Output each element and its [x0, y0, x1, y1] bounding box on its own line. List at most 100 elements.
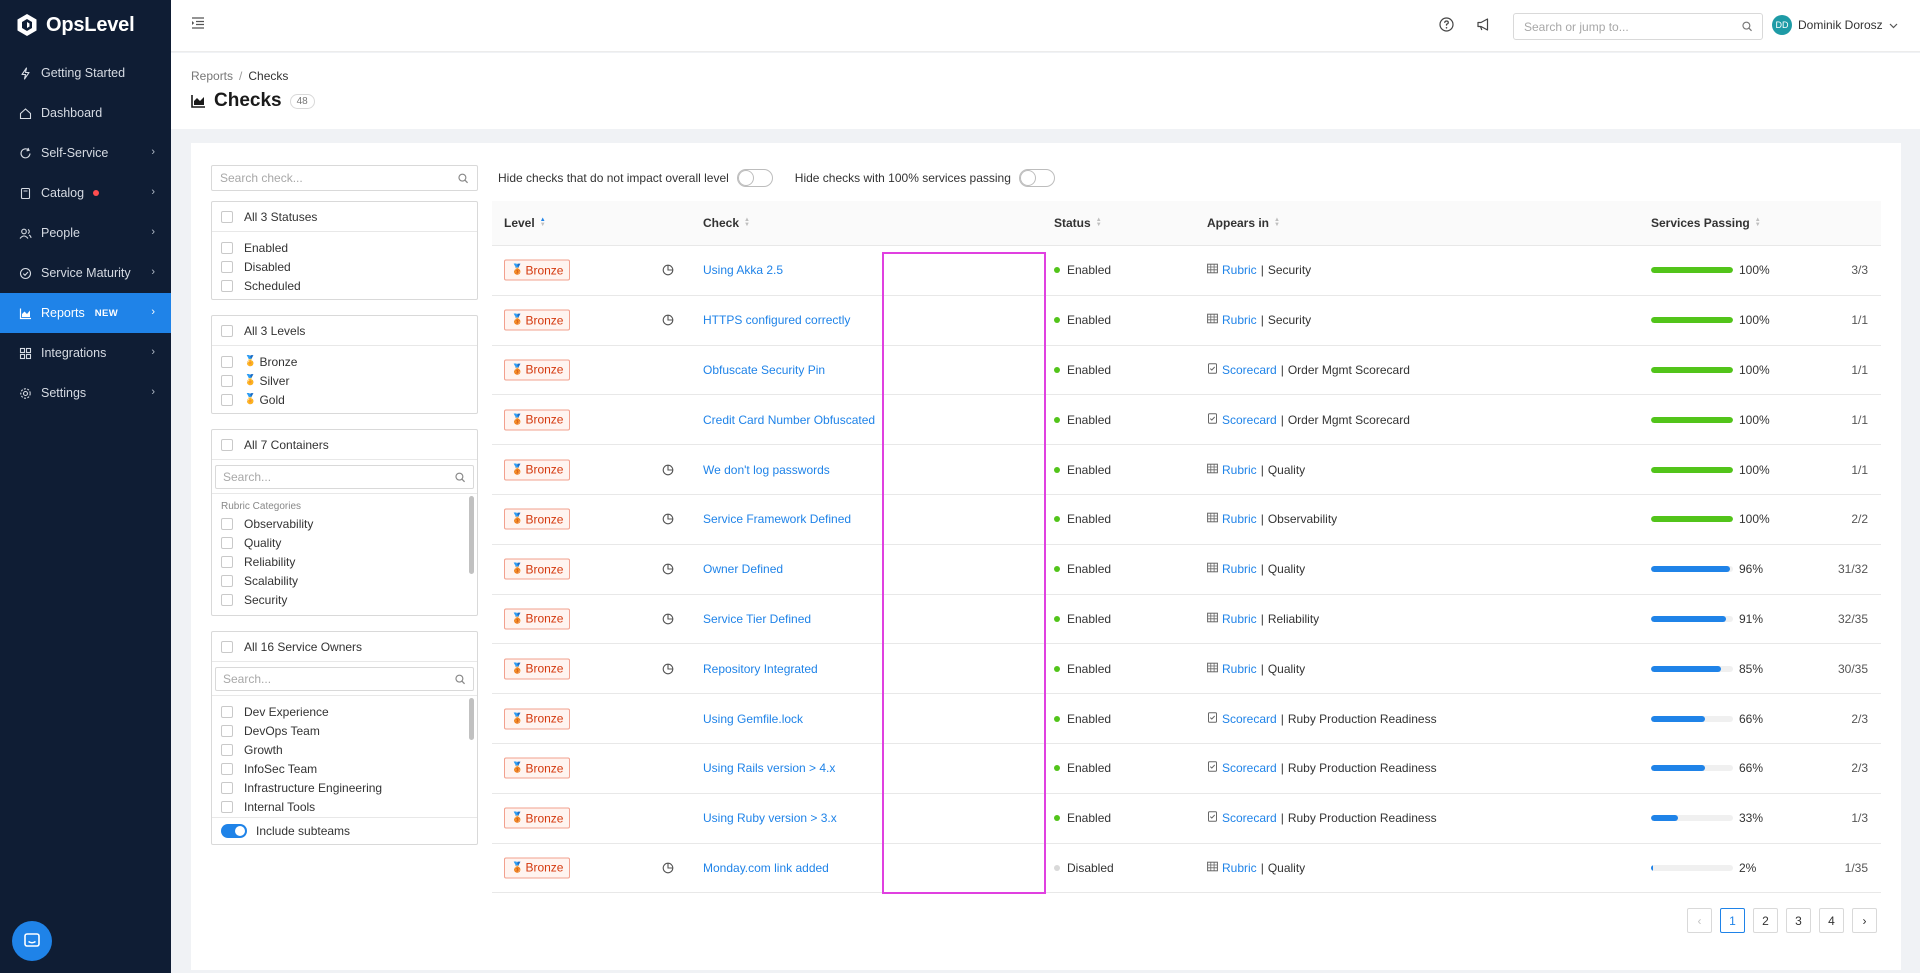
checkbox[interactable]	[221, 705, 233, 718]
check-link[interactable]: Using Gemfile.lock	[703, 712, 803, 726]
filter-option-dev-experience[interactable]: Dev Experience	[221, 702, 468, 721]
container-type-link[interactable]: Scorecard	[1222, 761, 1277, 775]
logo[interactable]: OpsLevel	[0, 0, 171, 50]
filter-option-infosec-team[interactable]: InfoSec Team	[221, 759, 468, 778]
check-search-input[interactable]	[220, 171, 459, 185]
pie-chart-icon[interactable]	[662, 464, 674, 476]
container-list[interactable]: Rubric Categories Observability Quality Re…	[212, 493, 477, 615]
hide-full-passing-toggle[interactable]	[1018, 169, 1055, 187]
check-link[interactable]: Obfuscate Security Pin	[703, 363, 825, 377]
container-type-link[interactable]: Rubric	[1222, 612, 1257, 626]
hide-non-impacting-toggle[interactable]	[736, 169, 773, 187]
pie-chart-icon[interactable]	[662, 663, 674, 675]
container-type-link[interactable]: Scorecard	[1222, 363, 1277, 377]
check-link[interactable]: Using Ruby version > 3.x	[703, 811, 837, 825]
checkbox[interactable]	[221, 517, 233, 530]
container-type-link[interactable]: Scorecard	[1222, 811, 1277, 825]
checkbox[interactable]	[221, 393, 233, 406]
checkbox[interactable]	[221, 800, 233, 813]
checkbox[interactable]	[221, 555, 233, 568]
sidebar-item-dashboard[interactable]: Dashboard	[0, 93, 171, 133]
global-search[interactable]	[1513, 13, 1763, 40]
check-link[interactable]: Service Framework Defined	[703, 512, 851, 526]
all-levels-checkbox[interactable]: All 3 Levels	[212, 316, 477, 346]
container-type-link[interactable]: Rubric	[1222, 662, 1257, 676]
checkbox[interactable]	[221, 536, 233, 549]
pie-chart-icon[interactable]	[662, 563, 674, 575]
page-4-button[interactable]: 4	[1819, 908, 1844, 933]
checkbox[interactable]	[221, 210, 233, 223]
owner-search-input[interactable]	[223, 672, 456, 686]
chat-button[interactable]	[12, 921, 52, 961]
container-search[interactable]	[215, 465, 474, 489]
check-link[interactable]: HTTPS configured correctly	[703, 313, 850, 327]
container-type-link[interactable]: Rubric	[1222, 263, 1257, 277]
scrollbar[interactable]	[469, 698, 474, 740]
container-type-link[interactable]: Rubric	[1222, 512, 1257, 526]
global-search-input[interactable]	[1524, 19, 1742, 34]
checkbox[interactable]	[221, 241, 233, 254]
sidebar-item-settings[interactable]: Settings ›	[0, 373, 171, 413]
check-link[interactable]: We don't log passwords	[703, 463, 830, 477]
all-containers-checkbox[interactable]: All 7 Containers	[212, 430, 477, 460]
pie-chart-icon[interactable]	[662, 862, 674, 874]
pie-chart-icon[interactable]	[662, 513, 674, 525]
checkbox[interactable]	[221, 355, 233, 368]
appears-in-column-header[interactable]: Appears in ▲ ▼	[1207, 216, 1280, 230]
checkbox[interactable]	[221, 324, 233, 337]
help-icon[interactable]	[1439, 17, 1454, 32]
check-link[interactable]: Repository Integrated	[703, 662, 818, 676]
checkbox[interactable]	[221, 724, 233, 737]
container-type-link[interactable]: Rubric	[1222, 313, 1257, 327]
collapse-menu-icon[interactable]	[191, 16, 205, 30]
checkbox[interactable]	[221, 279, 233, 292]
checkbox[interactable]	[221, 743, 233, 756]
check-link[interactable]: Service Tier Defined	[703, 612, 811, 626]
checkbox[interactable]	[221, 781, 233, 794]
sidebar-item-catalog[interactable]: Catalog ›	[0, 173, 171, 213]
page-3-button[interactable]: 3	[1786, 908, 1811, 933]
filter-option-devops-team[interactable]: DevOps Team	[221, 721, 468, 740]
owner-list[interactable]: Dev Experience DevOps Team Growth InfoSec T…	[212, 695, 477, 817]
filter-option-quality[interactable]: Quality	[221, 533, 468, 552]
filter-option-growth[interactable]: Growth	[221, 740, 468, 759]
check-link[interactable]: Using Rails version > 4.x	[703, 761, 835, 775]
sidebar-item-getting-started[interactable]: Getting Started	[0, 53, 171, 93]
sidebar-item-service-maturity[interactable]: Service Maturity ›	[0, 253, 171, 293]
status-column-header[interactable]: Status ▲ ▼	[1054, 216, 1102, 230]
filter-option-internal-tools[interactable]: Internal Tools	[221, 797, 468, 816]
check-search[interactable]	[211, 165, 478, 191]
filter-option-silver[interactable]: 🏅 Silver	[221, 371, 468, 390]
filter-option-enabled[interactable]: Enabled	[221, 238, 468, 257]
next-page-button[interactable]: ›	[1852, 908, 1877, 933]
filter-option-bronze[interactable]: 🏅 Bronze	[221, 352, 468, 371]
filter-option-disabled[interactable]: Disabled	[221, 257, 468, 276]
filter-option-scalability[interactable]: Scalability	[221, 571, 468, 590]
checkbox[interactable]	[221, 260, 233, 273]
all-owners-checkbox[interactable]: All 16 Service Owners	[212, 632, 477, 662]
container-type-link[interactable]: Rubric	[1222, 562, 1257, 576]
check-column-header[interactable]: Check ▲ ▼	[703, 216, 750, 230]
check-link[interactable]: Owner Defined	[703, 562, 783, 576]
container-type-link[interactable]: Rubric	[1222, 861, 1257, 875]
sidebar-item-self-service[interactable]: Self-Service ›	[0, 133, 171, 173]
check-link[interactable]: Credit Card Number Obfuscated	[703, 413, 875, 427]
checkbox[interactable]	[221, 574, 233, 587]
container-type-link[interactable]: Scorecard	[1222, 413, 1277, 427]
previous-page-button[interactable]: ‹	[1687, 908, 1712, 933]
filter-option-observability[interactable]: Observability	[221, 514, 468, 533]
include-subteams-toggle[interactable]	[221, 824, 247, 838]
sidebar-item-integrations[interactable]: Integrations ›	[0, 333, 171, 373]
page-1-button[interactable]: 1	[1720, 908, 1745, 933]
container-type-link[interactable]: Scorecard	[1222, 712, 1277, 726]
owner-search[interactable]	[215, 667, 474, 691]
sidebar-item-people[interactable]: People ›	[0, 213, 171, 253]
filter-option-infrastructure-engineering[interactable]: Infrastructure Engineering	[221, 778, 468, 797]
checkbox[interactable]	[221, 374, 233, 387]
filter-option-security[interactable]: Security	[221, 590, 468, 609]
all-statuses-checkbox[interactable]: All 3 Statuses	[212, 202, 477, 232]
check-link[interactable]: Monday.com link added	[703, 861, 829, 875]
checkbox[interactable]	[221, 593, 233, 606]
filter-option-scheduled[interactable]: Scheduled	[221, 276, 468, 295]
check-link[interactable]: Using Akka 2.5	[703, 263, 783, 277]
